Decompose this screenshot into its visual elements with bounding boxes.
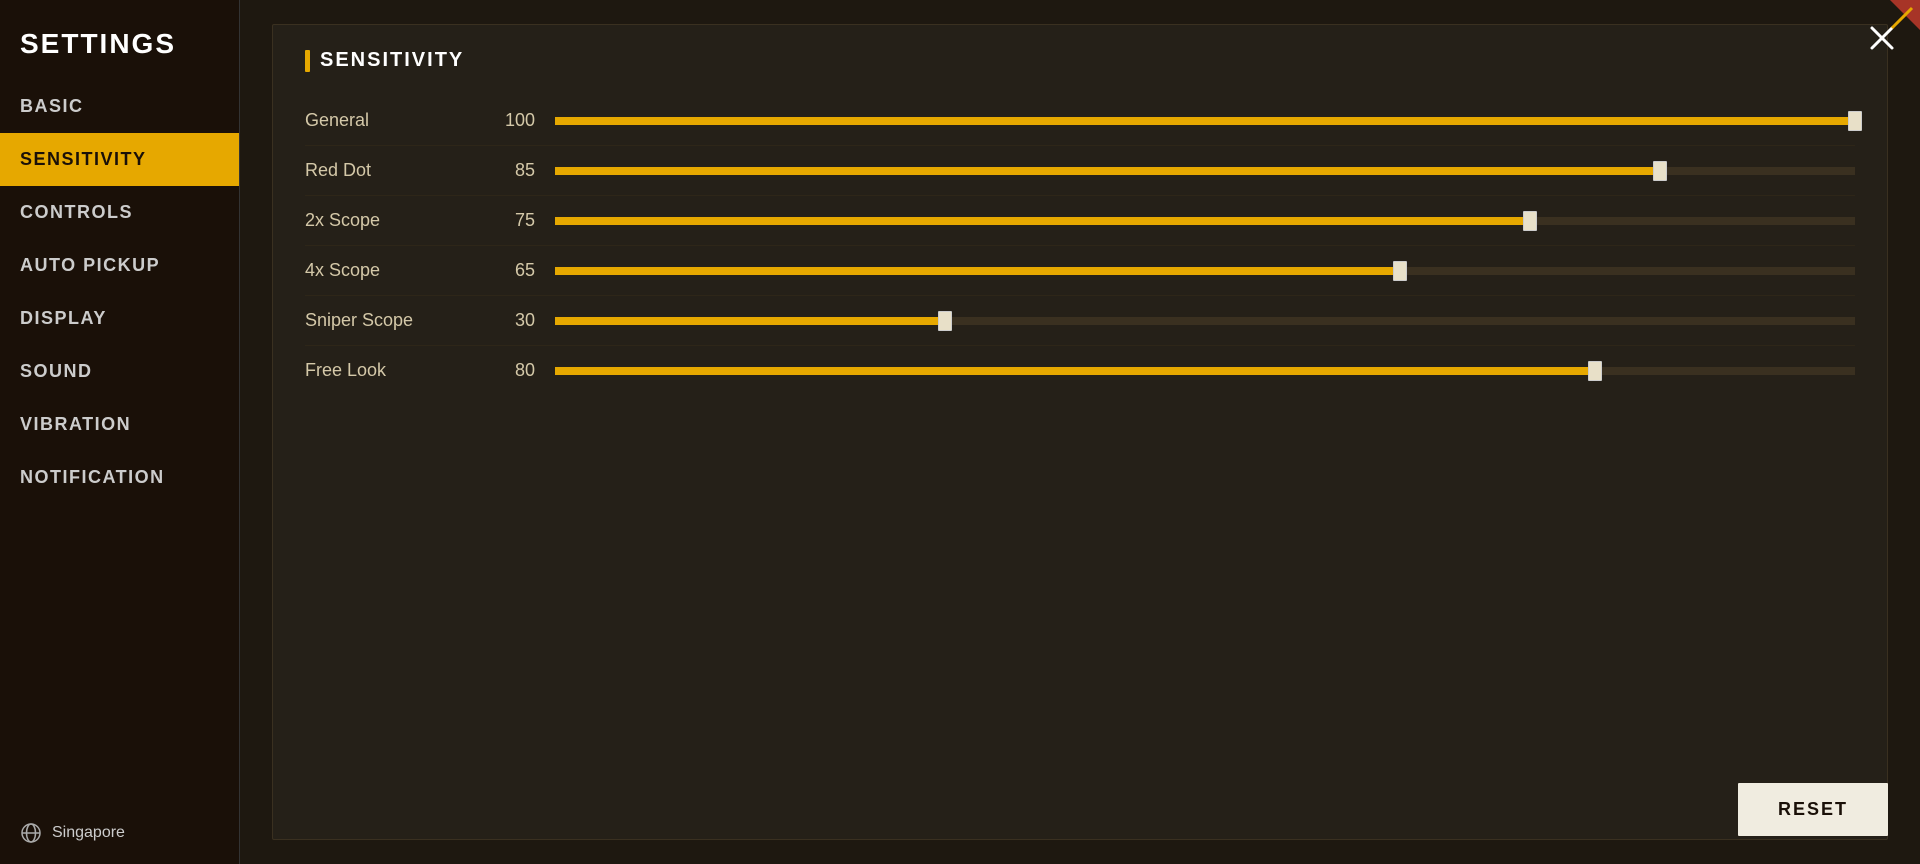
slider-value-general: 100 <box>485 110 535 131</box>
slider-row-red_dot: Red Dot85 <box>305 146 1855 196</box>
slider-track-scope_4x[interactable] <box>555 267 1855 275</box>
section-title-bar <box>305 50 310 72</box>
slider-value-scope_2x: 75 <box>485 210 535 231</box>
slider-thumb-general[interactable] <box>1848 111 1862 131</box>
content-panel: SENSITIVITY General100Red Dot852x Scope7… <box>272 24 1888 840</box>
slider-label-scope_4x: 4x Scope <box>305 260 485 281</box>
globe-icon <box>20 822 42 844</box>
slider-label-general: General <box>305 110 485 131</box>
region-label: Singapore <box>52 824 125 842</box>
region-info: Singapore <box>0 802 239 864</box>
slider-row-scope_4x: 4x Scope65 <box>305 246 1855 296</box>
slider-value-free_look: 80 <box>485 360 535 381</box>
sidebar-item-display[interactable]: DISPLAY <box>0 292 239 345</box>
sidebar-item-notification[interactable]: NOTIFICATION <box>0 451 239 504</box>
sidebar-item-auto_pickup[interactable]: AUTO PICKUP <box>0 239 239 292</box>
slider-track-scope_2x[interactable] <box>555 217 1855 225</box>
slider-thumb-scope_2x[interactable] <box>1523 211 1537 231</box>
slider-track-free_look[interactable] <box>555 367 1855 375</box>
slider-label-red_dot: Red Dot <box>305 160 485 181</box>
slider-label-free_look: Free Look <box>305 360 485 381</box>
slider-track-red_dot[interactable] <box>555 167 1855 175</box>
slider-thumb-scope_4x[interactable] <box>1393 261 1407 281</box>
slider-thumb-red_dot[interactable] <box>1653 161 1667 181</box>
sidebar-item-sound[interactable]: SOUND <box>0 345 239 398</box>
slider-thumb-free_look[interactable] <box>1588 361 1602 381</box>
slider-label-sniper_scope: Sniper Scope <box>305 310 485 331</box>
sidebar-item-vibration[interactable]: VIBRATION <box>0 398 239 451</box>
slider-track-general[interactable] <box>555 117 1855 125</box>
slider-label-scope_2x: 2x Scope <box>305 210 485 231</box>
sliders-container: General100Red Dot852x Scope754x Scope65S… <box>305 96 1855 395</box>
slider-row-sniper_scope: Sniper Scope30 <box>305 296 1855 346</box>
slider-row-general: General100 <box>305 96 1855 146</box>
slider-value-sniper_scope: 30 <box>485 310 535 331</box>
main-content: SENSITIVITY General100Red Dot852x Scope7… <box>240 0 1920 864</box>
sidebar: SETTINGS BASICSENSITIVITYCONTROLSAUTO PI… <box>0 0 240 864</box>
sidebar-item-basic[interactable]: BASIC <box>0 80 239 133</box>
sidebar-item-sensitivity[interactable]: SENSITIVITY <box>0 133 239 186</box>
corner-decoration <box>1830 0 1920 90</box>
sidebar-item-controls[interactable]: CONTROLS <box>0 186 239 239</box>
slider-row-free_look: Free Look80 <box>305 346 1855 395</box>
reset-button[interactable]: RESET <box>1738 783 1888 836</box>
slider-value-scope_4x: 65 <box>485 260 535 281</box>
slider-track-sniper_scope[interactable] <box>555 317 1855 325</box>
slider-thumb-sniper_scope[interactable] <box>938 311 952 331</box>
slider-value-red_dot: 85 <box>485 160 535 181</box>
slider-row-scope_2x: 2x Scope75 <box>305 196 1855 246</box>
section-title: SENSITIVITY <box>305 49 1855 72</box>
settings-title: SETTINGS <box>0 0 239 80</box>
